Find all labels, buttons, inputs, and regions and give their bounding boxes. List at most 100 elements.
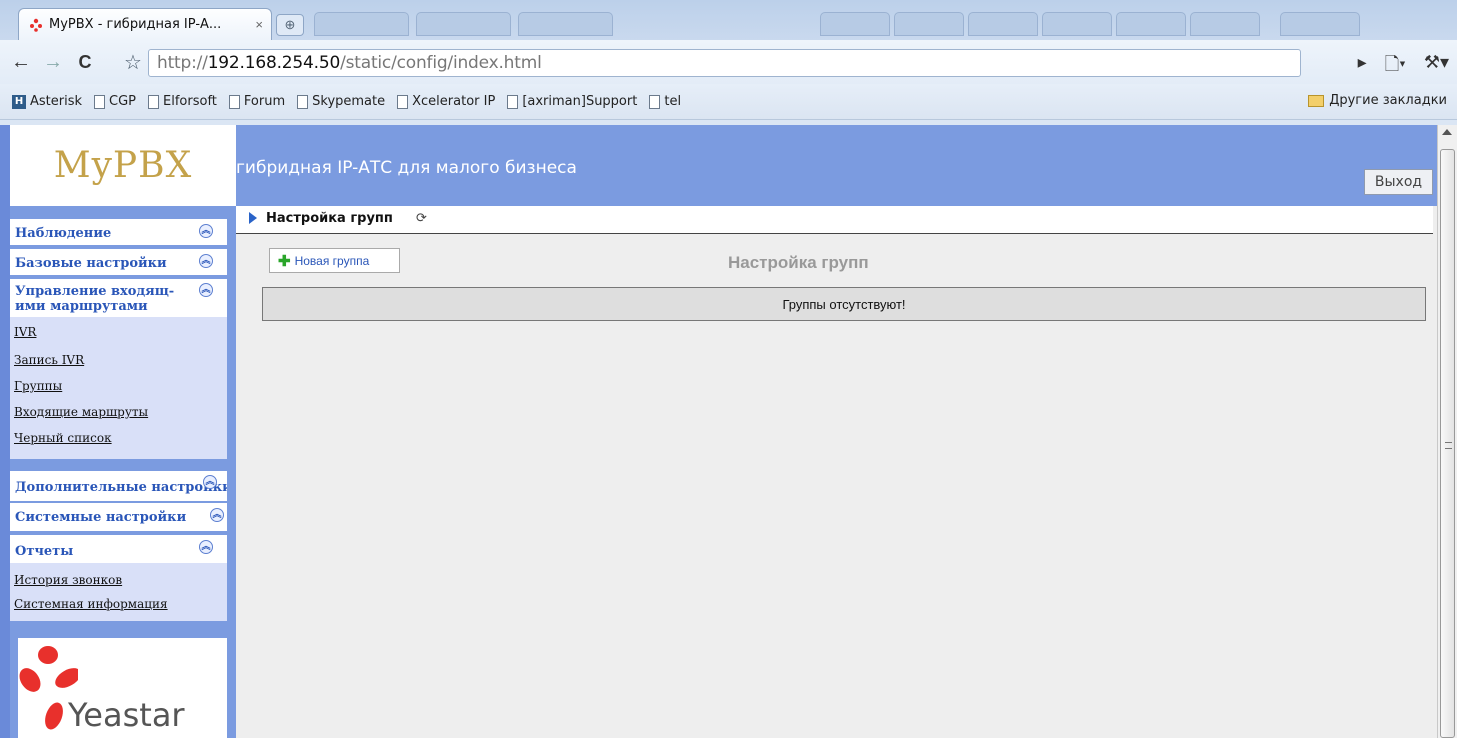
reload-button[interactable]: C [72,49,98,75]
other-bookmarks-label: Другие закладки [1329,93,1447,108]
sidebar-section-reports[interactable]: Отчеты ︽ [10,535,227,563]
vertical-scrollbar[interactable] [1437,125,1457,738]
submenu-item-ivr-record[interactable]: Запись IVR [14,353,84,367]
new-tab-button[interactable]: ⊕ [276,14,304,36]
plus-icon: ⊕ [284,17,296,32]
submenu-item-ivr[interactable]: IVR [14,325,36,339]
address-bar[interactable]: http://192.168.254.50/static/config/inde… [148,49,1301,77]
page-icon [148,94,160,109]
url-path: /static/config/index.html [340,53,542,73]
submenu-item-groups[interactable]: Группы [14,379,62,393]
yeastar-logo: Yeastar [18,638,227,738]
background-tab[interactable] [314,12,409,36]
sidebar-section-label-line2: ими маршрутами [15,299,148,314]
other-bookmarks[interactable]: Другие закладки [1308,93,1447,108]
page-icon [507,94,519,109]
background-tab[interactable] [1116,12,1186,36]
arrow-right-icon: → [43,50,63,73]
submenu-item-call-history[interactable]: История звонков [14,573,122,587]
bookmark-label: tel [664,94,682,109]
background-tab[interactable] [518,12,613,36]
banner-title: гибридная IP-АТС для малого бизнеса [236,158,577,178]
url-host: 192.168.254.50 [207,53,341,73]
bookmark-label: Xcelerator IP [412,94,496,109]
bookmark-xcelerator[interactable]: Xcelerator IP [397,94,495,109]
new-group-label: Новая группа [294,253,370,268]
bookmark-elforsoft[interactable]: Elforsoft [148,94,217,109]
bookmark-support[interactable]: [axriman]Support [507,94,637,109]
bookmark-label: Skypemate [312,94,386,109]
scrollbar-thumb[interactable] [1440,149,1455,738]
section-title: Настройка групп [728,253,869,272]
header-banner: гибридная IP-АТС для малого бизнеса Выхо… [236,125,1437,206]
background-tab[interactable] [894,12,964,36]
sidebar-section-advanced[interactable]: Дополнительные настройки ︽ [10,471,227,501]
triangle-right-icon [249,212,257,224]
sidebar-section-system[interactable]: Системные настройки ︽ [10,503,227,531]
submenu-item-system-info[interactable]: Системная информация [14,597,168,611]
bookmark-asterisk[interactable]: H Asterisk [12,94,82,109]
bookmark-label: Forum [243,94,286,109]
logout-button[interactable]: Выход [1364,169,1433,195]
empty-state-message: Группы отсутствуют! [262,287,1426,321]
submenu-item-blacklist[interactable]: Черный список [14,431,112,445]
browser-tab-active[interactable]: MyPBX - гибридная IP-А... × [18,8,272,40]
browser-chrome: MyPBX - гибридная IP-А... × ⊕ ← → C ☆ ht… [0,0,1457,125]
main-content: Настройка групп ⟳ ✚ Новая группа Настрой… [236,206,1437,738]
bookmark-label: CGP [109,94,137,109]
bookmark-label: Asterisk [30,94,83,109]
sidebar-section-label: Системные настройки [15,510,187,525]
bookmark-cgp[interactable]: CGP [94,94,136,109]
page-title: Настройка групп [266,211,393,226]
yeastar-wordmark: Yeastar [68,696,185,734]
refresh-icon[interactable]: ⟳ [416,210,427,226]
background-tab[interactable] [968,12,1038,36]
sidebar-section-label: Отчеты [15,544,74,559]
play-icon[interactable]: ▸ [1358,52,1367,82]
collapse-icon[interactable]: ︽ [203,475,217,489]
collapse-icon[interactable]: ︽ [210,508,224,522]
asterisk-favicon-icon: H [12,94,26,109]
background-tab[interactable] [820,12,890,36]
collapse-icon[interactable]: ︽ [199,254,213,268]
submenu-item-inbound-routes[interactable]: Входящие маршруты [14,405,148,419]
url-scheme: http:// [157,53,208,73]
bookmark-tel[interactable]: tel [649,94,681,109]
reload-icon: C [78,51,92,72]
forward-button[interactable]: → [40,49,66,75]
sidebar-section-basic[interactable]: Базовые настройки ︽ [10,249,227,275]
background-tab[interactable] [1190,12,1260,36]
plus-icon: ✚ [278,252,291,270]
collapse-icon[interactable]: ︽ [199,283,213,297]
scroll-up-arrow-icon[interactable] [1442,129,1452,135]
collapse-icon[interactable]: ︽ [199,224,213,238]
tab-strip: MyPBX - гибридная IP-А... × ⊕ [0,0,1457,40]
address-url: http://192.168.254.50/static/config/inde… [157,53,542,73]
wrench-icon[interactable]: ⚒▾ [1424,52,1449,82]
background-tab[interactable] [416,12,511,36]
bookmark-skypemate[interactable]: Skypemate [297,94,385,109]
background-tab[interactable] [1280,12,1360,36]
grip-icon [1445,442,1452,449]
background-tab[interactable] [1042,12,1112,36]
bookmark-star-button[interactable]: ☆ [124,48,146,76]
sidebar: MyPBX Наблюдение ︽ Базовые настройки ︽ У… [10,125,236,738]
page-icon [397,94,409,109]
logo-box: MyPBX [10,125,236,206]
page-left-edge [0,125,10,738]
new-group-button[interactable]: ✚ Новая группа [269,248,400,273]
sidebar-section-label: Дополнительные настройки [15,480,227,495]
star-icon: ☆ [124,51,142,74]
sidebar-section-monitoring[interactable]: Наблюдение ︽ [10,219,227,245]
bookmark-forum[interactable]: Forum [228,94,286,109]
arrow-left-icon: ← [11,50,31,73]
bookmark-label: Elforsoft [163,94,217,109]
sidebar-section-label: Наблюдение [15,226,112,241]
page-icon [649,94,661,109]
sidebar-section-inbound[interactable]: Управление входящ- ими маршрутами ︽ [10,279,227,317]
back-button[interactable]: ← [8,49,34,75]
mypbx-logo: MyPBX [53,145,193,186]
page-menu-icon[interactable]: 🗋▾ [1385,52,1406,82]
collapse-icon[interactable]: ︽ [199,540,213,554]
tab-close-icon[interactable]: × [255,17,263,32]
